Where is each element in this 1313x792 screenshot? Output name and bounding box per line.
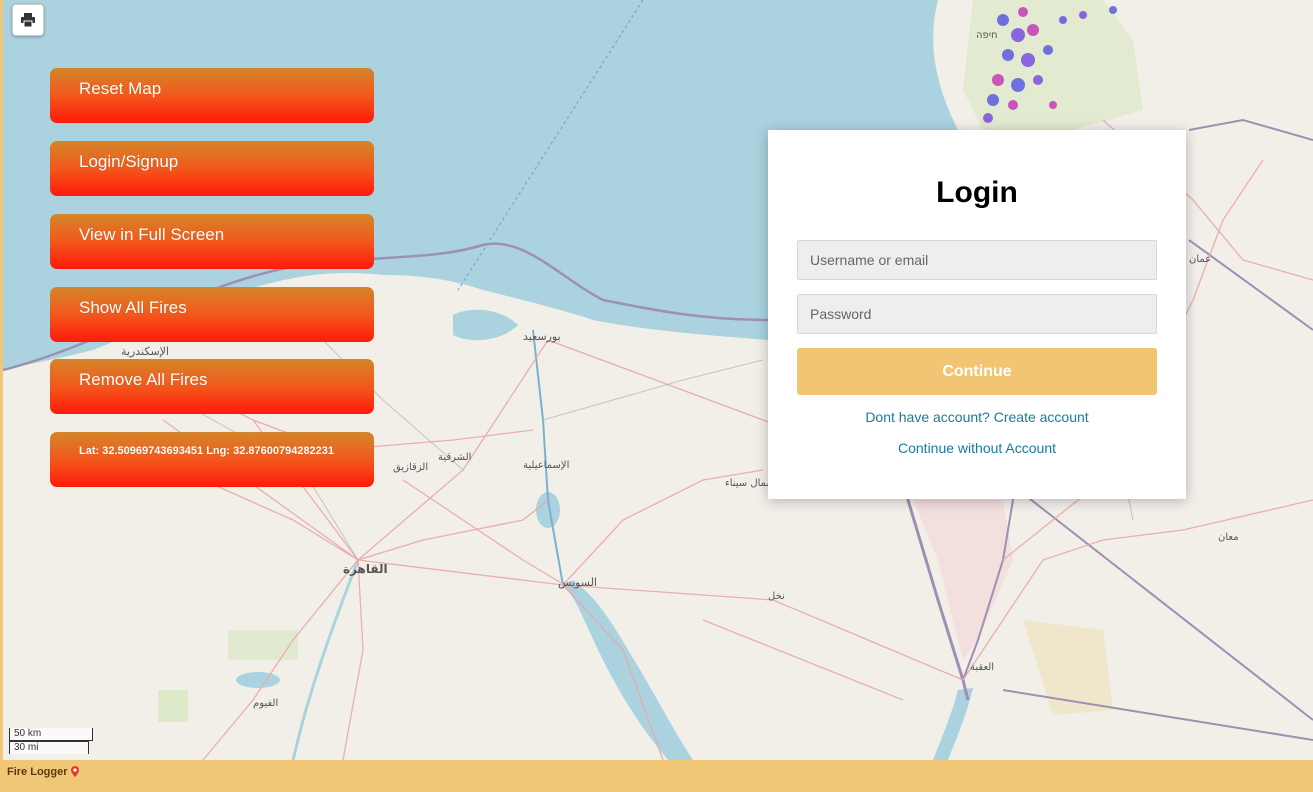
continue-button[interactable]: Continue xyxy=(797,348,1157,395)
username-input[interactable] xyxy=(797,240,1157,280)
protected-area xyxy=(158,690,188,722)
create-account-link[interactable]: Dont have account? Create account xyxy=(768,409,1186,425)
app-name: Fire Logger xyxy=(7,766,68,778)
show-all-fires-button[interactable]: Show All Fires xyxy=(50,287,374,342)
map-label-port-said: بورسعيد xyxy=(523,330,561,343)
map-label-sharqia: الشرقية xyxy=(438,452,471,463)
map-label-suez: السويس xyxy=(558,576,597,589)
scale-metric: 50 km xyxy=(9,728,93,741)
scale-imperial: 30 mi xyxy=(9,741,89,754)
login-signup-button[interactable]: Login/Signup xyxy=(50,141,374,196)
map-label-aqaba: العقبة xyxy=(970,662,994,673)
northern-region xyxy=(963,0,1143,130)
printer-icon xyxy=(21,13,35,27)
login-dialog: Login Continue Dont have account? Create… xyxy=(768,130,1186,499)
reset-map-button[interactable]: Reset Map xyxy=(50,68,374,123)
map-label-maan: معان xyxy=(1218,532,1239,543)
print-button[interactable] xyxy=(12,4,44,36)
footer-app-name[interactable]: Fire Logger xyxy=(7,766,79,778)
full-screen-button[interactable]: View in Full Screen xyxy=(50,214,374,269)
map-label-ismailia: الإسماعيلية xyxy=(523,460,569,471)
coordinates-display: Lat: 32.50969743693451 Lng: 32.876007942… xyxy=(50,432,374,487)
lake-qarun xyxy=(236,672,280,688)
protected-area xyxy=(228,630,298,660)
login-title: Login xyxy=(936,176,1018,209)
map-label-zagazig: الزقازيق xyxy=(393,462,428,473)
app-root: الإسكندرية بورسعيد الإسماعيلية الزقازيق … xyxy=(0,0,1313,792)
remove-all-fires-button[interactable]: Remove All Fires xyxy=(50,359,374,414)
map-label-haifa: חיפה xyxy=(976,30,998,41)
map-label-amman: عمان xyxy=(1189,254,1211,265)
map-label-alexandria: الإسكندرية xyxy=(121,345,169,358)
footer-bar: Fire Logger xyxy=(0,760,1313,792)
map-pin-icon xyxy=(70,766,79,777)
continue-without-account-link[interactable]: Continue without Account xyxy=(768,440,1186,456)
password-input[interactable] xyxy=(797,294,1157,334)
map-label-nakhl: نخل xyxy=(768,591,785,602)
map-label-fayoum: الفيوم xyxy=(253,698,278,709)
map-label-cairo: القاهرة xyxy=(343,562,388,576)
